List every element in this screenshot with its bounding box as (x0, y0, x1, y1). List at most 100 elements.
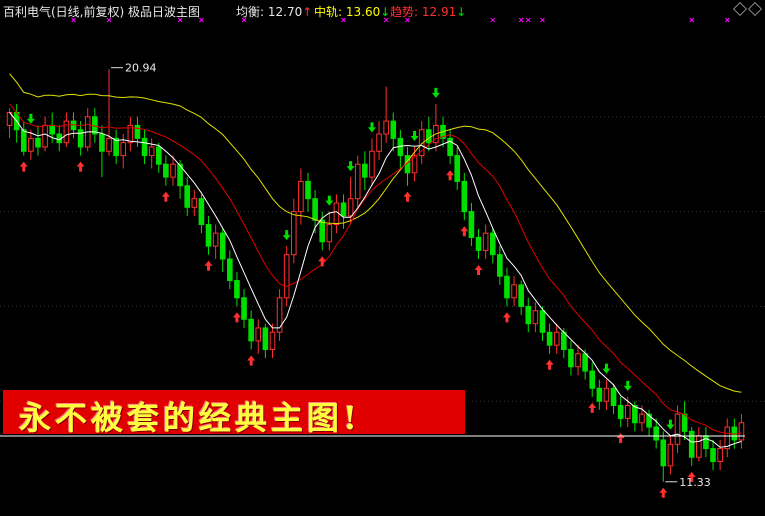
candle-body (603, 387, 610, 402)
candle-body (205, 224, 212, 247)
top-marker-icon (383, 17, 389, 23)
top-marker-icon (71, 17, 76, 23)
top-marker-icon (724, 17, 730, 23)
buy-arrow-icon (588, 402, 597, 413)
candle-body (354, 163, 361, 200)
candle-body (49, 124, 55, 135)
top-marker-icon (689, 17, 695, 23)
sell-arrow-icon (346, 161, 355, 172)
sell-arrow-icon (431, 87, 440, 98)
candle-body (489, 232, 496, 256)
top-marker-icon (490, 17, 496, 23)
candle-body (20, 129, 27, 152)
candle-body (298, 180, 304, 213)
candle-body (639, 413, 645, 424)
buy-arrow-icon (19, 161, 28, 172)
candle-body (184, 185, 190, 208)
buy-arrow-icon (545, 359, 554, 370)
candle-body (532, 310, 539, 325)
candle-body (134, 124, 141, 139)
candle-body (141, 137, 148, 157)
candle-body (660, 439, 667, 467)
sell-arrow-icon (325, 195, 334, 206)
candle-body (674, 413, 681, 445)
candle-body (461, 180, 468, 213)
candle-body (106, 137, 112, 152)
candle-body (290, 211, 297, 256)
buy-arrow-icon (161, 191, 170, 202)
candle-body (468, 211, 475, 238)
candle-body (241, 297, 247, 320)
candle-body (632, 405, 638, 424)
banner-text: 永不被套的经典主图! (19, 399, 362, 437)
candle-body (688, 430, 695, 458)
candle-body (504, 275, 510, 299)
candle-body (376, 133, 382, 152)
candle-body (227, 258, 233, 282)
candle-body (28, 137, 34, 152)
candle-body (546, 331, 553, 346)
candle-body (696, 435, 702, 458)
buy-arrow-icon (616, 433, 625, 444)
candle-body (248, 318, 254, 342)
top-marker-icon (525, 17, 531, 23)
candle-body (77, 129, 84, 148)
annotation-label-0: 20.94 (125, 62, 157, 75)
series-line-red (9, 103, 742, 435)
series-line-yellow (9, 73, 742, 393)
candle-body (340, 202, 347, 217)
candle-body (219, 232, 226, 260)
candle-body (553, 331, 560, 346)
candle-body (568, 348, 574, 368)
promo-banner: 永不被套的经典主图! (3, 390, 465, 437)
candle-body (198, 198, 205, 226)
top-marker-icon (341, 17, 346, 23)
candle-body (191, 198, 198, 208)
candle-body (617, 405, 624, 419)
candle-body (710, 448, 716, 463)
candle-body (269, 331, 276, 350)
candle-body (170, 163, 176, 178)
candle-body (624, 405, 631, 419)
top-marker-icon (518, 17, 524, 23)
candle-body (319, 219, 326, 243)
buy-arrow-icon (446, 170, 455, 181)
candle-body (369, 150, 375, 178)
buy-arrow-icon (232, 312, 241, 323)
annotation-label-1: 11.33 (679, 476, 711, 489)
candle-body (511, 284, 517, 299)
sell-arrow-icon (666, 419, 675, 430)
sell-arrow-icon (282, 230, 291, 241)
buy-arrow-icon (247, 355, 256, 366)
candle-body (347, 198, 354, 217)
buy-arrow-icon (460, 226, 469, 237)
sell-arrow-icon (602, 363, 611, 374)
candle-body (518, 284, 524, 307)
sell-arrow-icon (623, 380, 632, 391)
candle-body (70, 120, 77, 131)
candle-body (497, 254, 503, 277)
candle-body (212, 232, 219, 247)
candle-body (383, 120, 389, 135)
top-marker-icon (405, 17, 410, 23)
top-marker-icon (177, 17, 183, 23)
candle-body (35, 137, 41, 148)
candle-body (390, 120, 397, 139)
candle-body (575, 353, 581, 368)
candle-body (155, 146, 162, 165)
candle-body (539, 310, 546, 333)
candle-body (653, 426, 659, 441)
candle-body (312, 198, 318, 221)
sell-arrow-icon (367, 122, 376, 133)
candle-body (582, 353, 588, 372)
buy-arrow-icon (502, 312, 511, 323)
candle-body (703, 435, 709, 450)
candle-body (525, 305, 532, 325)
candle-body (454, 155, 461, 182)
candle-body (667, 443, 674, 467)
candle-body (262, 327, 269, 350)
candle-body (596, 387, 603, 402)
buy-arrow-icon (403, 191, 412, 202)
buy-arrow-icon (474, 265, 483, 275)
candle-body (255, 327, 262, 342)
